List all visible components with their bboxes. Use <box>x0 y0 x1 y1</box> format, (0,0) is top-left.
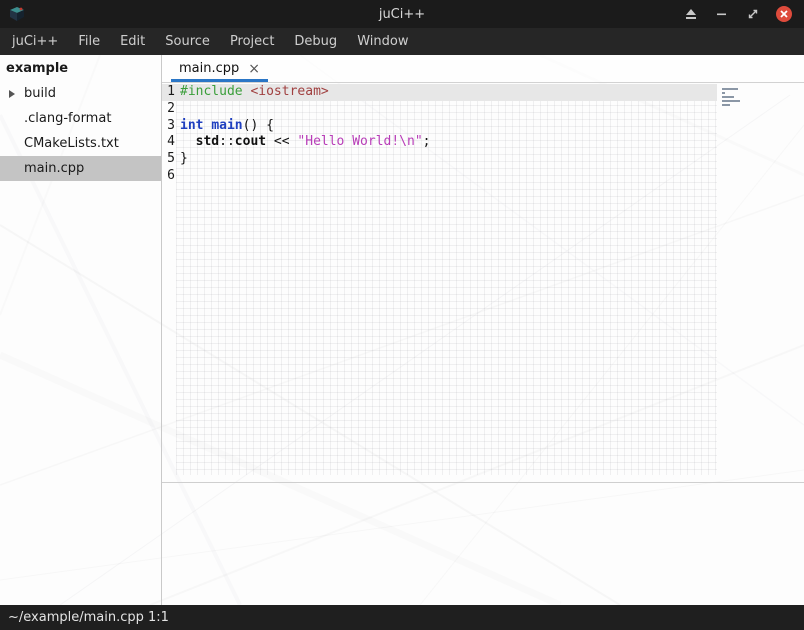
code-line[interactable]: 6 <box>162 168 717 185</box>
tree-item-label: build <box>24 86 56 101</box>
tree-item-label: .clang-format <box>24 111 111 126</box>
line-number: 1 <box>162 84 175 101</box>
menu-item-project[interactable]: Project <box>220 28 284 55</box>
line-number: 4 <box>162 134 175 151</box>
file-tree: example build .clang-format CMakeLists.txt… <box>0 55 162 605</box>
menubar: juCi++FileEditSourceProjectDebugWindow <box>0 28 804 55</box>
line-number: 6 <box>162 168 175 185</box>
code-editor[interactable]: 1#include <iostream>23int main() {4 std:… <box>162 83 804 482</box>
restore-icon[interactable] <box>744 5 762 23</box>
titlebar[interactable]: juCi++ <box>0 0 804 28</box>
app-icon <box>8 5 26 23</box>
tab-label: main.cpp <box>179 61 239 76</box>
tree-item-build[interactable]: build <box>0 81 161 106</box>
tree-item-label: CMakeLists.txt <box>24 136 119 151</box>
window-controls <box>682 5 804 23</box>
tree-items: build .clang-format CMakeLists.txt main.cpp <box>0 81 161 181</box>
minimap[interactable] <box>722 86 748 108</box>
code-line[interactable]: 5} <box>162 151 717 168</box>
minimap-mark <box>722 88 738 90</box>
statusbar: ~/example/main.cpp 1:1 <box>0 605 804 630</box>
code-line[interactable]: 1 #include <iostream> <box>162 84 717 101</box>
expander-icon[interactable] <box>9 90 15 98</box>
code-line[interactable]: 4 std::cout << "Hello World!\n"; <box>162 134 717 151</box>
code-text: int main() { <box>180 118 274 135</box>
content-area: example build .clang-format CMakeLists.txt… <box>0 55 804 605</box>
line-number: 2 <box>162 101 175 118</box>
tab-main-cpp[interactable]: main.cpp × <box>169 55 270 82</box>
minimap-mark <box>722 104 730 106</box>
tabbar: main.cpp × <box>162 55 804 83</box>
minimap-mark <box>722 100 740 102</box>
minimap-mark <box>722 92 725 94</box>
editor-column: main.cpp × 1 #include <iostream> 23 int mai… <box>162 55 804 605</box>
minimap-mark <box>722 96 734 98</box>
menu-item-debug[interactable]: Debug <box>284 28 347 55</box>
code-text: #include <iostream> <box>180 84 329 101</box>
tree-item-cmakelists-txt[interactable]: CMakeLists.txt <box>0 131 161 156</box>
eject-icon[interactable] <box>682 5 700 23</box>
menu-item-window[interactable]: Window <box>347 28 418 55</box>
tree-item-main-cpp[interactable]: main.cpp <box>0 156 161 181</box>
close-icon[interactable] <box>775 5 793 23</box>
code-lines: 1#include <iostream>23int main() {4 std:… <box>162 83 717 185</box>
line-number: 3 <box>162 118 175 135</box>
menu-item-source[interactable]: Source <box>155 28 220 55</box>
status-file-position: ~/example/main.cpp 1:1 <box>8 610 169 625</box>
tree-root-example[interactable]: example <box>0 55 161 81</box>
code-line[interactable]: 3 int main() { <box>162 118 717 135</box>
app-window: juCi++ <box>0 0 804 630</box>
code-text: } <box>180 151 188 168</box>
minimize-icon[interactable] <box>713 5 731 23</box>
output-panel[interactable] <box>162 482 804 605</box>
menu-item-juci-[interactable]: juCi++ <box>2 28 68 55</box>
tab-close-icon[interactable]: × <box>248 62 260 76</box>
tree-item--clang-format[interactable]: .clang-format <box>0 106 161 131</box>
menu-item-edit[interactable]: Edit <box>110 28 155 55</box>
code-text: std::cout << "Hello World!\n"; <box>180 134 430 151</box>
line-number: 5 <box>162 151 175 168</box>
code-line[interactable]: 2 <box>162 101 717 118</box>
tree-item-label: main.cpp <box>24 161 84 176</box>
menu-item-file[interactable]: File <box>68 28 110 55</box>
